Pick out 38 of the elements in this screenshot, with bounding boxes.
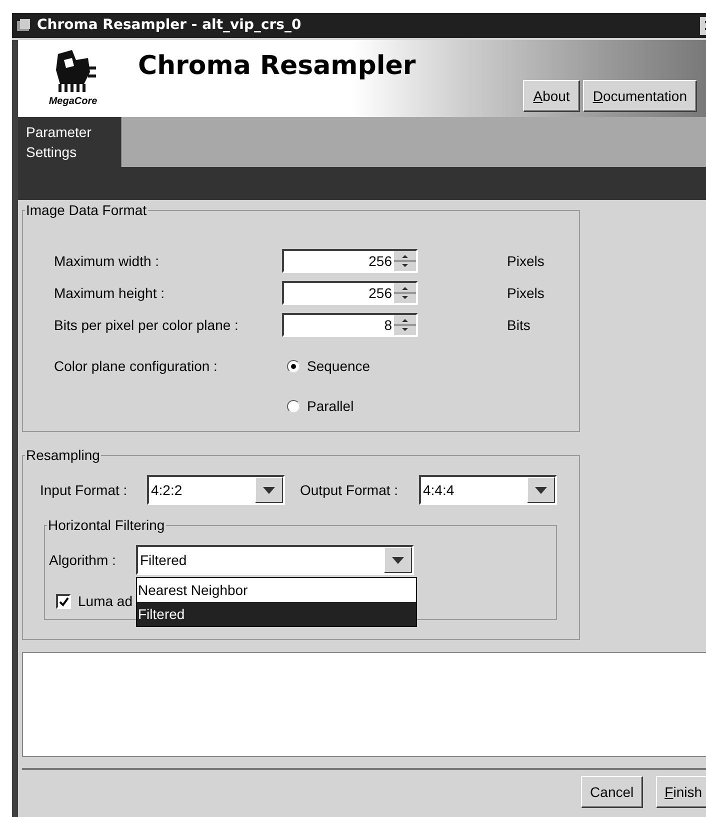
checkbox-label: Luma ad — [78, 592, 132, 611]
group-title: Image Data Format — [25, 202, 148, 218]
input-format-dropdown[interactable]: 4:2:2 — [147, 475, 285, 505]
number-spinner[interactable]: 8 — [282, 313, 418, 337]
cancel-button[interactable]: Cancel — [581, 776, 643, 808]
unit-label: Pixels — [507, 252, 544, 270]
group-title: Resampling — [25, 447, 101, 463]
field-label: Maximum height : — [54, 284, 166, 303]
number-spinner[interactable]: 256 — [282, 281, 418, 305]
window-icon — [16, 18, 32, 32]
spinner-arrows-icon[interactable] — [394, 283, 416, 303]
tab[interactable]: Parameter Settings — [18, 117, 122, 167]
checkbox[interactable] — [56, 594, 71, 609]
finish-button[interactable]: Finish — [656, 776, 706, 808]
group-title: Horizontal Filtering — [47, 517, 166, 533]
spinner-arrows-icon[interactable] — [394, 251, 416, 271]
radio-option[interactable]: Parallel — [287, 396, 370, 416]
dropdown-option[interactable]: Filtered — [137, 602, 416, 626]
spinner-arrows-icon[interactable] — [394, 315, 416, 335]
output-format-dropdown[interactable]: 4:4:4 — [419, 475, 557, 505]
field-label: Maximum width : — [54, 252, 160, 270]
radio-option[interactable]: Sequence — [287, 356, 370, 376]
field-label: Input Format : — [40, 480, 128, 500]
window-title: Chroma Resampler - alt_vip_crs_0 — [37, 16, 302, 35]
field-label: Bits per pixel per color plane : — [54, 316, 240, 335]
field-label: Color plane configuration : — [54, 357, 218, 376]
unit-label: Bits — [507, 316, 530, 334]
documentation-button[interactable]: Documentation — [582, 80, 697, 112]
radio-button[interactable] — [287, 400, 300, 412]
about-button[interactable]: About — [523, 80, 580, 112]
field-label: Output Format : — [300, 480, 400, 500]
app-title: Chroma Resampler — [138, 50, 416, 83]
number-spinner[interactable]: 256 — [282, 249, 418, 273]
unit-label: Pixels — [507, 284, 544, 302]
algorithm-dropdown[interactable]: Filtered — [136, 545, 414, 575]
field-label: Algorithm : — [49, 550, 117, 570]
logo-text: MegaCore — [48, 96, 98, 108]
radio-button[interactable] — [287, 360, 300, 372]
